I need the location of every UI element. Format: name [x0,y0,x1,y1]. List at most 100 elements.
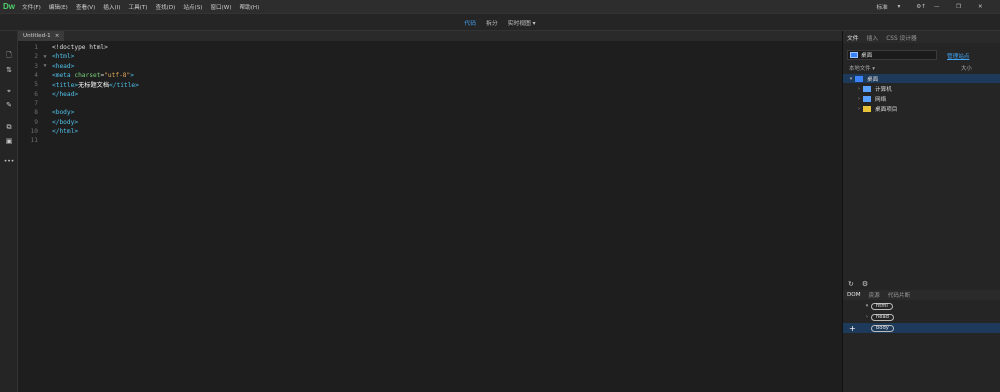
line-number: 9 [34,118,38,126]
code-line[interactable]: 9 </body> [18,117,78,126]
menu-item-4[interactable]: 工具(T) [124,3,151,11]
code-content: <html> [52,53,75,61]
line-number: 11 [30,137,38,145]
fold-toggle-icon[interactable]: ▼ [40,54,50,60]
code-line[interactable]: 7 [18,99,52,108]
chevron-icon[interactable]: › [855,96,863,102]
document-tab-label: Untitled-1 [23,33,51,39]
menu-item-3[interactable]: 插入(I) [99,3,124,11]
manage-sites-link[interactable]: 管理站点 [947,52,969,60]
folder-icon [863,105,871,112]
computer-icon [863,85,871,92]
line-number: 10 [30,127,38,135]
tab-files[interactable]: 文件 [847,33,859,42]
menu-item-7[interactable]: 窗口(W) [206,3,235,11]
code-line[interactable]: 11 [18,136,52,145]
network-icon [863,95,871,102]
sort-icon[interactable]: ⇅ [3,65,15,75]
tab-assets[interactable]: 资源 [869,291,880,299]
local-files-header[interactable]: 本地文件 ▾ [849,64,875,72]
sync-settings-icon[interactable]: ⚙↑ [916,4,926,10]
live-view-label: 实时视图 [507,20,531,27]
chevron-icon[interactable]: ▾ [863,303,871,309]
dom-toolbar: ↻ ⚙ [843,279,1000,289]
menu-item-0[interactable]: 文件(F) [18,3,45,11]
document-tab[interactable]: Untitled-1 × [18,31,65,41]
menubar-right: 标准 ▾ ⚙↑ — ❐ ✕ [877,0,1000,13]
left-toolbar: 🗋 ⇅ ⌖ ✎ ⧉ ▣ ••• [0,31,18,392]
dom-panel-tabs: DOM 资源 代码片断 [843,290,1000,300]
dom-tag-pill: head [871,313,894,321]
split-view-button[interactable]: 拆分 [481,18,503,27]
menubar: Dw 文件(F) 编辑(E) 查看(V) 插入(I) 工具(T) 查找(D) 站点(S) 窗口… [0,0,1000,13]
tab-dom[interactable]: DOM [847,292,861,298]
code-line[interactable]: 1 <!doctype html> [18,43,108,52]
code-line[interactable]: 5 <title>无标题文档</title> [18,80,139,89]
restore-button[interactable]: ❐ [956,4,970,10]
comment-icon[interactable]: ⧉ [3,122,15,132]
code-content: </html> [52,127,79,135]
tree-item-label: 网络 [875,96,887,103]
dom-node[interactable]: + body [843,323,1000,333]
code-content: <meta charset="utf-8"> [52,72,134,80]
menu-item-1[interactable]: 编辑(E) [45,3,72,11]
edit-icon[interactable]: ✎ [3,100,15,110]
desktop-icon [850,52,858,58]
chevron-icon[interactable]: ▾ [847,76,855,82]
size-header[interactable]: 大小 [961,64,972,72]
dreamweaver-logo: Dw [3,2,15,11]
tree-item[interactable]: › 计算机 [843,84,1000,93]
gear-icon[interactable]: ⚙ [862,280,868,288]
code-line[interactable]: 10 </html> [18,127,79,136]
site-select[interactable]: 桌面 [847,50,937,60]
menu-item-6[interactable]: 站点(S) [179,3,206,11]
code-view-button[interactable]: 代码 [459,18,481,27]
workspace-switcher[interactable]: 标准 ▾ [877,3,909,11]
code-line[interactable]: 2 ▼ <html> [18,52,74,61]
live-view-button[interactable]: 实时视图 ▾ [503,18,541,27]
line-number: 4 [34,72,38,80]
close-icon[interactable]: × [55,33,60,39]
dom-tag-pill: html [871,302,893,310]
more-icon[interactable]: ••• [3,157,15,167]
tab-snippets[interactable]: 代码片断 [888,291,910,299]
code-content: <body> [52,109,75,117]
menu-item-2[interactable]: 查看(V) [72,3,99,11]
files-panel-tabs: 文件 插入 CSS 设计器 [843,31,1000,43]
code-line[interactable]: 4 <meta charset="utf-8"> [18,71,134,80]
code-line[interactable]: 3 ▼ <head> [18,62,74,71]
line-number: 2 [34,53,38,61]
tree-item[interactable]: › 网络 [843,94,1000,103]
code-content: <head> [52,62,75,70]
dom-node[interactable]: › head [843,312,1000,322]
code-editor[interactable]: 1 <!doctype html> 2 ▼ <html> 3 ▼ <head> 4 <meta c… [18,41,842,392]
refresh-icon[interactable]: ↻ [848,280,854,288]
line-number: 1 [34,44,38,52]
fold-toggle-icon[interactable]: ▼ [40,63,50,69]
menu-item-8[interactable]: 帮助(H) [236,3,264,11]
tab-insert[interactable]: 插入 [867,33,879,42]
dom-node[interactable]: ▾ html [843,301,1000,311]
minimize-button[interactable]: — [934,4,948,10]
workspace-label: 标准 [876,4,888,11]
target-icon[interactable]: ⌖ [3,86,15,96]
menu-item-5[interactable]: 查找(D) [151,3,179,11]
code-line[interactable]: 6 </head> [18,90,78,99]
tab-css-designer[interactable]: CSS 设计器 [886,33,917,42]
chevron-icon[interactable]: › [855,86,863,92]
chevron-icon[interactable]: › [855,106,863,112]
add-icon[interactable]: + [849,324,863,333]
code-content: <title>无标题文档</title> [52,82,139,90]
file-management-icon[interactable]: 🗋 [3,50,15,60]
format-icon[interactable]: ▣ [3,136,15,146]
right-panel: 文件 插入 CSS 设计器 桌面 管理站点 本地文件 ▾ 大小 ▾ 桌面 › 计算机 ›… [842,31,1000,392]
code-content: </body> [52,118,79,126]
dom-tag-pill: body [871,324,894,332]
tree-item[interactable]: ▾ 桌面 [843,74,1000,83]
code-line[interactable]: 8 <body> [18,108,74,117]
chevron-icon[interactable]: › [863,314,871,320]
close-window-button[interactable]: ✕ [978,4,992,10]
chevron-down-icon: ▾ [532,20,536,27]
document-tabbar: Untitled-1 × [18,31,842,41]
tree-item[interactable]: › 桌面项目 [843,104,1000,113]
